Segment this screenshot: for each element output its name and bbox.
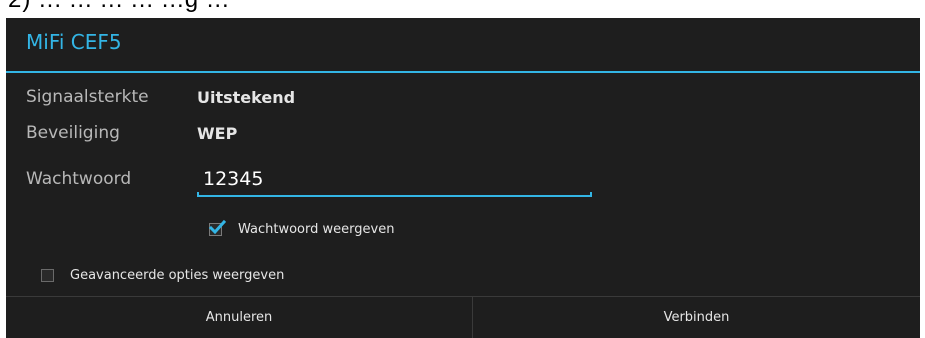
connect-button[interactable]: Verbinden	[473, 297, 920, 338]
background-page-strip: 2) ... ... ... ... ...g ...	[0, 0, 925, 18]
password-label: Wachtwoord	[26, 169, 132, 189]
show-password-checkbox[interactable]	[209, 219, 226, 236]
show-password-checkbox-row[interactable]: Wachtwoord weergeven	[209, 219, 395, 237]
advanced-options-checkbox[interactable]	[41, 269, 54, 282]
dialog-title: MiFi CEF5	[26, 30, 122, 54]
show-password-label: Wachtwoord weergeven	[238, 222, 395, 237]
security-label: Beveiliging	[26, 123, 120, 143]
signal-strength-value: Uitstekend	[197, 88, 296, 107]
title-divider	[6, 71, 920, 73]
advanced-options-checkbox-row[interactable]: Geavanceerde opties weergeven	[41, 268, 284, 283]
signal-strength-label: Signaalsterkte	[26, 87, 149, 107]
wifi-connect-dialog: MiFi CEF5 Signaalsterkte Uitstekend Beve…	[6, 18, 920, 338]
security-value: WEP	[197, 124, 238, 143]
dialog-header: MiFi CEF5	[6, 18, 920, 71]
checkmark-icon	[209, 219, 226, 235]
background-partial-text: 2) ... ... ... ... ...g ...	[8, 0, 230, 14]
cancel-button[interactable]: Annuleren	[6, 297, 472, 338]
advanced-options-label: Geavanceerde opties weergeven	[70, 268, 285, 283]
password-input-underline	[197, 192, 592, 197]
password-input[interactable]	[197, 163, 595, 195]
